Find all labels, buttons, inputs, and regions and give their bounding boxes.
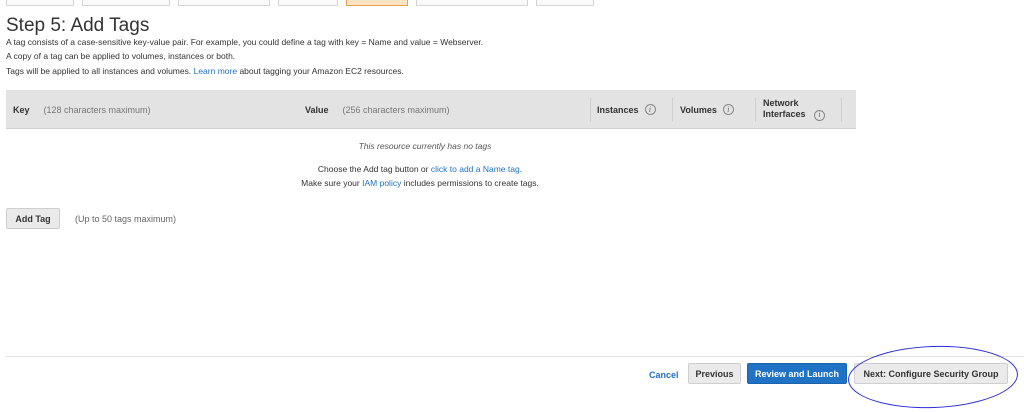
wizard-step-tab-active[interactable]: [346, 0, 408, 6]
tags-table-header: Key (128 characters maximum) Value (256 …: [6, 90, 856, 129]
description-text: about tagging your Amazon EC2 resources.: [239, 66, 404, 76]
description-text: Tags will be applied to all instances an…: [6, 66, 192, 76]
column-header-network-interfaces: Network Interfaces i: [763, 90, 826, 129]
wizard-step-tab[interactable]: [416, 0, 528, 6]
next-configure-security-group-button[interactable]: Next: Configure Security Group: [854, 363, 1008, 384]
column-header-value: Value (256 characters maximum): [305, 90, 450, 129]
network-column-label-line1: Network: [763, 98, 799, 108]
empty-table-message: This resource currently has no tags: [358, 141, 492, 151]
iam-policy-hint: Make sure your IAM policy includes permi…: [0, 178, 840, 188]
hint-text: Choose the Add tag button or: [317, 164, 429, 174]
column-divider: [672, 98, 673, 122]
info-icon[interactable]: i: [722, 104, 734, 115]
wizard-step-tab[interactable]: [536, 0, 594, 6]
hint-text: Make sure your: [301, 178, 360, 188]
column-header-key: Key (128 characters maximum): [13, 90, 151, 129]
footer-divider: [6, 356, 1024, 357]
wizard-step-tab[interactable]: [6, 0, 74, 6]
info-icon[interactable]: i: [644, 104, 656, 115]
review-and-launch-button[interactable]: Review and Launch: [747, 363, 847, 384]
description-line-1: A tag consists of a case-sensitive key-v…: [6, 37, 484, 47]
column-header-instances: Instances i: [597, 90, 656, 129]
key-column-label: Key: [13, 104, 30, 115]
column-divider: [841, 98, 842, 122]
description-line-2: A copy of a tag can be applied to volume…: [6, 51, 236, 61]
add-tag-hint: Choose the Add tag button or click to ad…: [0, 164, 840, 174]
wizard-steps-bar: [0, 0, 1024, 6]
value-column-label: Value: [305, 104, 329, 115]
wizard-step-tab[interactable]: [82, 0, 170, 6]
volumes-column-label: Volumes: [680, 104, 717, 115]
value-length-hint: (256 characters maximum): [342, 104, 450, 115]
column-divider: [590, 98, 591, 122]
page-title: Step 5: Add Tags: [6, 15, 150, 36]
iam-policy-link[interactable]: IAM policy: [362, 178, 401, 188]
wizard-step-tab[interactable]: [278, 0, 338, 6]
instances-column-label: Instances: [597, 104, 639, 115]
column-header-volumes: Volumes i: [680, 90, 734, 129]
add-name-tag-link[interactable]: click to add a Name tag: [431, 164, 520, 174]
network-column-label-line2: Interfaces: [763, 109, 806, 119]
hint-text: .: [519, 164, 523, 174]
add-tag-button[interactable]: Add Tag: [6, 208, 60, 229]
tag-limit-note: (Up to 50 tags maximum): [75, 214, 177, 224]
learn-more-link[interactable]: Learn more: [194, 66, 237, 76]
info-icon[interactable]: i: [814, 110, 826, 121]
description-line-3: Tags will be applied to all instances an…: [6, 66, 404, 76]
column-divider: [755, 98, 756, 122]
previous-button[interactable]: Previous: [688, 363, 741, 384]
hint-text: includes permissions to create tags.: [403, 178, 539, 188]
key-length-hint: (128 characters maximum): [43, 104, 151, 115]
wizard-step-tab[interactable]: [178, 0, 270, 6]
cancel-link[interactable]: Cancel: [649, 370, 679, 380]
